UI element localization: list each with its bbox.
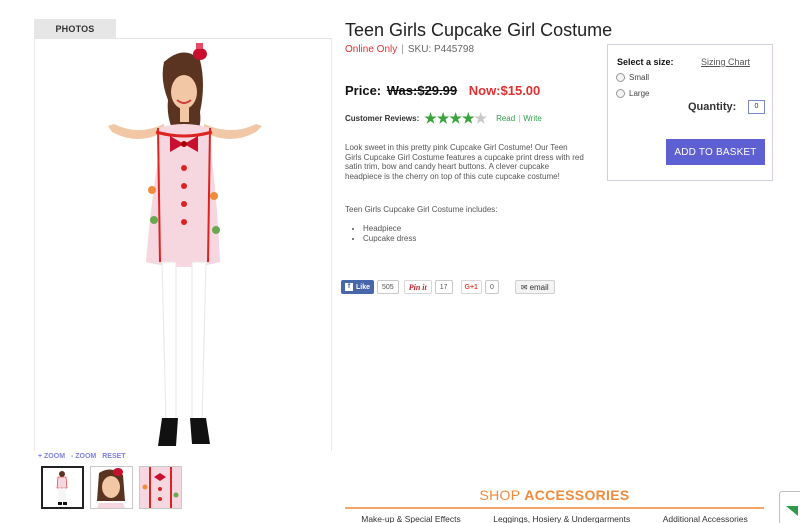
tab-makeup[interactable]: Make-up & Special Effects [361,514,461,523]
like-count: 505 [377,280,399,294]
zoom-in-link[interactable]: + ZOOM [38,453,65,460]
customer-reviews: Customer Reviews: ★ ★ ★ ★ ★ Read | Write [345,110,545,126]
zoom-reset-link[interactable]: RESET [102,453,125,460]
email-label: email [529,282,549,292]
star-icon: ★ [461,110,475,126]
size-option-label: Small [629,73,650,82]
tab-leggings[interactable]: Leggings, Hosiery & Undergarments [493,514,630,523]
social-share-bar: f Like 505 Pin it 17 G+1 0 ✉ email [341,280,555,294]
rating-stars: ★ ★ ★ ★ ★ [424,110,488,126]
list-item: Headpiece [363,224,416,234]
product-description: Look sweet in this pretty pink Cupcake G… [345,143,584,181]
shop-heading-bold: ACCESSORIES [524,487,630,503]
shop-heading-light: SHOP [479,487,521,503]
price-label: Price: [345,83,382,98]
product-meta: Online Only | SKU: P445798 [345,44,474,55]
radio-icon[interactable] [616,73,625,82]
zoom-out-link[interactable]: - ZOOM [71,453,96,460]
facebook-icon: f [345,283,353,291]
pinterest-button[interactable]: Pin it [403,280,432,294]
includes-list: Headpiece Cupcake dress [363,224,416,244]
reviews-label: Customer Reviews: [345,113,420,123]
reviews-divider: | [518,113,521,123]
product-sku: SKU: P445798 [407,44,475,55]
includes-label: Teen Girls Cupcake Girl Costume includes… [345,205,498,214]
star-icon: ★ [474,110,488,126]
select-size-label: Select a size: [617,57,674,67]
email-share-button[interactable]: ✉ email [514,280,555,294]
write-review-link[interactable]: Write [523,114,542,123]
envelope-icon: ✉ [520,282,528,292]
google-plus-button[interactable]: G+1 [460,280,482,294]
thumbnail-strip [41,466,182,509]
quantity-input[interactable]: 0 [748,100,765,114]
thumbnail-headshot[interactable] [90,466,133,509]
thumbnail-full-body-image [56,471,68,505]
thumbnail-full-body[interactable] [41,466,84,509]
list-item: Cupcake dress [363,234,416,244]
thumbnail-dress-detail[interactable] [139,466,182,509]
accessories-divider [345,507,764,509]
star-icon: ★ [436,110,450,126]
gplus-count: 0 [484,280,499,294]
star-icon: ★ [424,110,437,126]
size-option-large[interactable]: Large [616,89,649,98]
was-price: Was:$29.99 [386,83,458,98]
zoom-controls: + ZOOM - ZOOM RESET [38,453,130,460]
read-reviews-link[interactable]: Read [496,114,515,123]
availability-badge: Online Only [345,44,398,55]
now-price: Now:$15.00 [468,83,541,98]
star-icon: ★ [449,110,462,126]
price-block: Price: Was:$29.99 Now:$15.00 [345,83,540,98]
thumbnail-headshot-image [97,468,125,508]
add-to-basket-button[interactable]: ADD TO BASKET [666,139,765,165]
accessories-tabs: Make-up & Special Effects Leggings, Hosi… [345,514,764,523]
shop-accessories-heading: SHOP ACCESSORIES [345,487,764,503]
triangle-icon [786,506,798,516]
radio-icon[interactable] [616,89,625,98]
sizing-chart-link[interactable]: Sizing Chart [701,57,750,67]
like-label: Like [356,283,371,291]
product-title: Teen Girls Cupcake Girl Costume [345,20,613,40]
facebook-like-button[interactable]: f Like [341,280,375,294]
quantity-label: Quantity: [688,101,737,113]
size-option-label: Large [629,89,650,98]
thumbnail-dress-detail-image [140,467,181,508]
main-product-photo[interactable] [72,40,296,454]
feedback-tab[interactable] [779,491,800,523]
purchase-panel: Select a size: Sizing Chart Small Large … [607,44,773,181]
photos-tab[interactable]: PHOTOS [34,19,116,39]
pin-count: 17 [434,280,453,294]
tab-additional-accessories[interactable]: Additional Accessories [663,514,748,523]
meta-separator: | [401,44,404,55]
size-option-small[interactable]: Small [616,73,649,82]
